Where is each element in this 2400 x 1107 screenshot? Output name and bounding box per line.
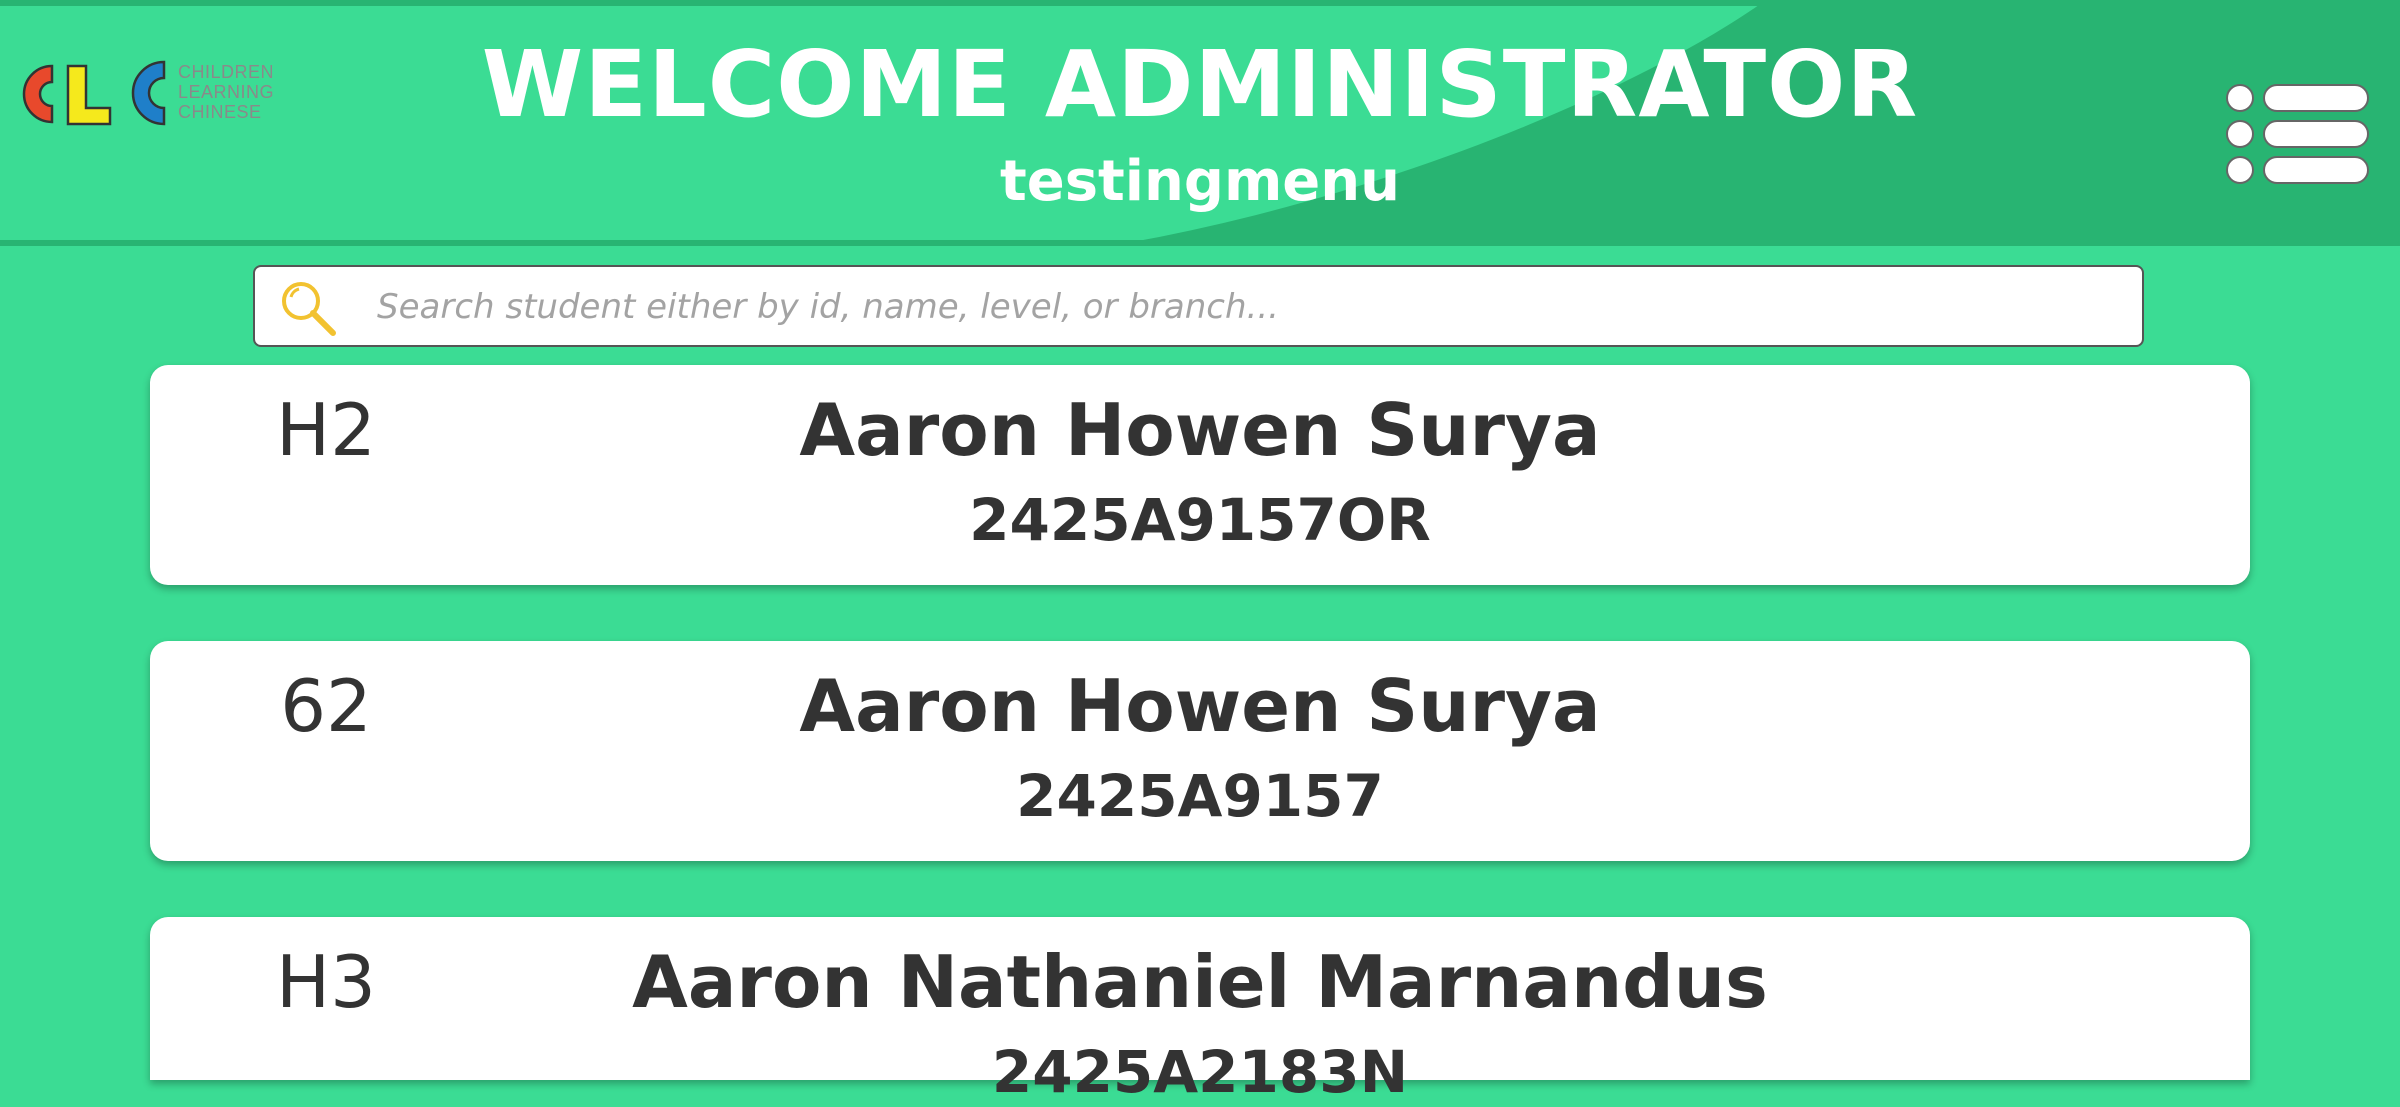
student-id: 2425A9157OR	[969, 486, 1431, 554]
student-level: 62	[280, 664, 372, 748]
page-title: WELCOME ADMINISTRATOR	[481, 31, 1919, 138]
search-bar[interactable]	[253, 265, 2144, 347]
header-top-border	[0, 0, 2400, 6]
student-level: H3	[276, 940, 376, 1024]
menu-list-icon[interactable]	[2226, 82, 2370, 190]
student-card[interactable]: Aaron Howen Surya H2 2425A9157OR	[150, 365, 2250, 585]
app-header: CHILDREN LEARNING CHINESE WELCOME ADMINI…	[0, 0, 2400, 246]
student-id: 2425A9157	[1016, 762, 1384, 830]
student-id: 2425A2183N	[991, 1038, 1409, 1106]
magnifier-icon	[282, 282, 336, 336]
student-card[interactable]: Aaron Nathaniel Marnandus H3 2425A2183N	[150, 917, 2250, 1106]
search-input[interactable]	[375, 273, 2119, 341]
student-card[interactable]: Aaron Howen Surya 62 2425A9157	[150, 641, 2250, 861]
header-bottom-border	[0, 240, 2400, 246]
student-level: H2	[276, 388, 376, 472]
username-subtitle: testingmenu	[999, 149, 1401, 214]
